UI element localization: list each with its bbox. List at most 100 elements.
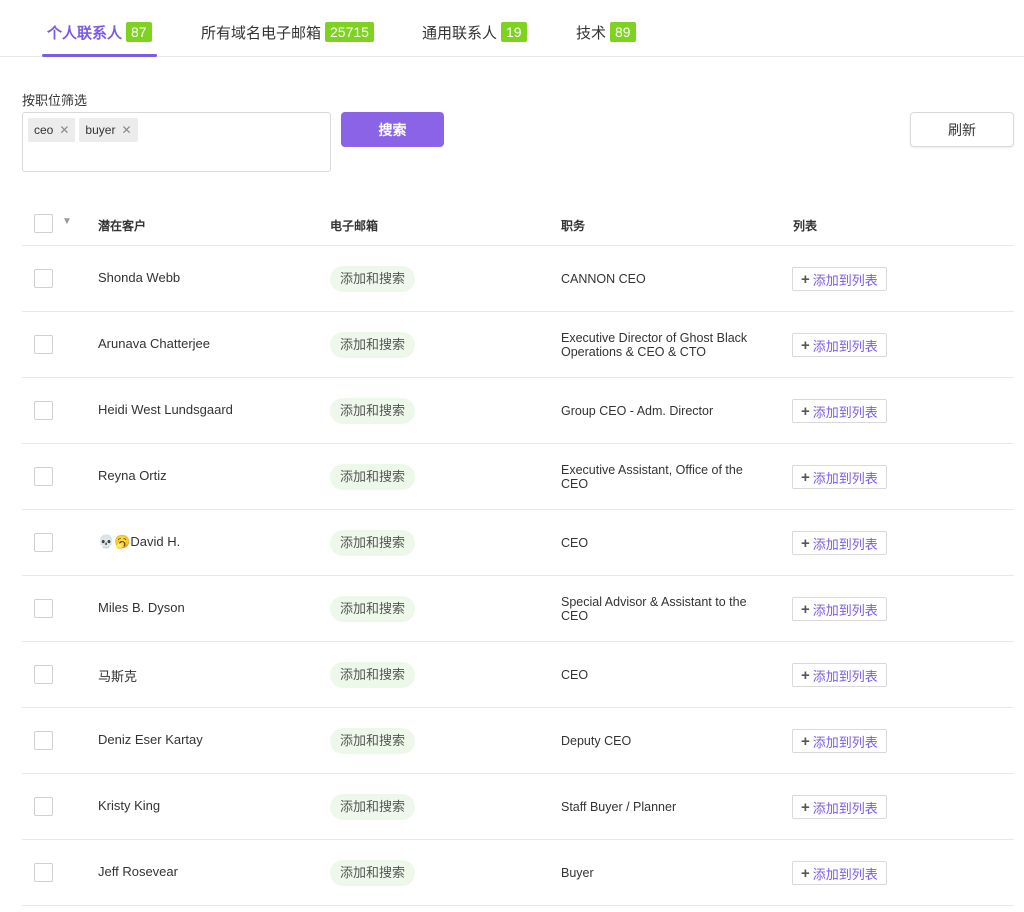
job-title: Buyer <box>561 865 594 880</box>
row-checkbox[interactable] <box>34 863 53 882</box>
prospect-name: Arunava Chatterjee <box>98 336 211 351</box>
row-checkbox[interactable] <box>34 335 53 354</box>
add-to-list-button[interactable]: + 添加到列表 <box>792 531 887 555</box>
close-icon[interactable]: ✕ <box>59 118 69 142</box>
filter-tag: ceo ✕ <box>28 118 76 142</box>
table-row: Reyna Ortiz 添加和搜索 Executive Assistant, Off… <box>22 444 1014 510</box>
count-badge: 89 <box>610 22 636 42</box>
add-to-list-label: 添加到列表 <box>812 800 878 816</box>
select-all-checkbox[interactable] <box>34 214 53 233</box>
row-checkbox[interactable] <box>34 269 53 288</box>
row-checkbox[interactable] <box>34 467 53 486</box>
tab-personal-contacts[interactable]: 个人联系人 87 <box>47 20 152 44</box>
job-title: CANNON CEO <box>561 271 646 286</box>
add-to-list-button[interactable]: + 添加到列表 <box>792 729 887 753</box>
row-checkbox[interactable] <box>34 599 53 618</box>
add-to-list-label: 添加到列表 <box>812 272 878 288</box>
add-to-list-button[interactable]: + 添加到列表 <box>792 465 887 489</box>
add-to-list-button[interactable]: + 添加到列表 <box>792 333 887 357</box>
search-button[interactable]: 搜索 <box>341 112 444 147</box>
add-and-search-email-button[interactable]: 添加和搜索 <box>330 530 416 556</box>
tab-generic-contacts[interactable]: 通用联系人 19 <box>422 20 527 44</box>
table-row: Arunava Chatterjee 添加和搜索 Executive Directo… <box>22 312 1014 378</box>
row-checkbox[interactable] <box>34 731 53 750</box>
tab-technology[interactable]: 技术 89 <box>576 20 636 44</box>
job-title: CEO <box>561 535 589 550</box>
add-and-search-email-button[interactable]: 添加和搜索 <box>330 398 416 424</box>
add-and-search-email-button[interactable]: 添加和搜索 <box>330 596 416 622</box>
prospect-name: 马斯克 <box>98 669 138 684</box>
column-header-email: 电子邮箱 <box>330 219 379 233</box>
add-to-list-button[interactable]: + 添加到列表 <box>792 663 887 687</box>
table-row: Miles B. Dyson 添加和搜索 Special Advisor & Ass… <box>22 576 1014 642</box>
add-and-search-email-button[interactable]: 添加和搜索 <box>330 860 416 886</box>
count-badge: 87 <box>126 22 152 42</box>
prospect-name: Heidi West Lundsgaard <box>98 402 233 417</box>
add-and-search-email-button[interactable]: 添加和搜索 <box>330 464 416 490</box>
job-title: Executive Director of Ghost Black Operat… <box>561 330 748 359</box>
table-body: Shonda Webb 添加和搜索 CANNON CEO + 添加到列表 Arunava … <box>22 246 1014 906</box>
count-badge: 19 <box>501 22 527 42</box>
add-to-list-label: 添加到列表 <box>812 338 878 354</box>
add-and-search-email-button[interactable]: 添加和搜索 <box>330 332 416 358</box>
table-row: 马斯克 添加和搜索 CEO + 添加到列表 <box>22 642 1014 708</box>
row-checkbox[interactable] <box>34 401 53 420</box>
add-and-search-email-button[interactable]: 添加和搜索 <box>330 794 416 820</box>
job-title: Group CEO - Adm. Director <box>561 403 714 418</box>
add-to-list-button[interactable]: + 添加到列表 <box>792 795 887 819</box>
prospect-name: Miles B. Dyson <box>98 600 185 615</box>
job-title: CEO <box>561 667 589 682</box>
prospect-name: Kristy King <box>98 798 161 813</box>
job-title-filter-input[interactable]: ceo ✕ buyer ✕ <box>22 112 331 172</box>
table-row: 💀🥱David H. 添加和搜索 CEO + 添加到列表 <box>22 510 1014 576</box>
plus-icon: + <box>801 864 810 882</box>
job-title: Special Advisor & Assistant to the CEO <box>561 594 747 623</box>
job-title: Executive Assistant, Office of the CEO <box>561 462 743 491</box>
plus-icon: + <box>801 732 810 750</box>
add-and-search-email-button[interactable]: 添加和搜索 <box>330 266 416 292</box>
add-to-list-label: 添加到列表 <box>812 668 878 684</box>
add-to-list-label: 添加到列表 <box>812 734 878 750</box>
column-header-prospect: 潜在客户 <box>98 219 147 233</box>
add-and-search-email-button[interactable]: 添加和搜索 <box>330 662 416 688</box>
row-checkbox[interactable] <box>34 665 53 684</box>
row-checkbox[interactable] <box>34 533 53 552</box>
plus-icon: + <box>801 666 810 684</box>
tab-label: 通用联系人 <box>422 24 498 42</box>
add-to-list-label: 添加到列表 <box>812 866 878 882</box>
tab-all-domain-emails[interactable]: 所有域名电子邮箱 25715 <box>201 20 374 44</box>
add-to-list-button[interactable]: + 添加到列表 <box>792 399 887 423</box>
filter-tag: buyer ✕ <box>79 118 138 142</box>
prospect-name: Jeff Rosevear <box>98 864 178 879</box>
table-row: Deniz Eser Kartay 添加和搜索 Deputy CEO + 添加到列表 <box>22 708 1014 774</box>
tab-label: 所有域名电子邮箱 <box>201 24 322 42</box>
prospects-table: ▼ 潜在客户 电子邮箱 职务 列表 Shonda Webb 添加和搜索 CANNON… <box>22 200 1014 906</box>
table-row: Shonda Webb 添加和搜索 CANNON CEO + 添加到列表 <box>22 246 1014 312</box>
add-to-list-label: 添加到列表 <box>812 470 878 486</box>
column-header-title: 职务 <box>561 219 586 233</box>
tag-label: ceo <box>34 123 54 137</box>
tab-bar: 个人联系人 87 所有域名电子邮箱 25715 通用联系人 19 技术 89 <box>0 0 1024 57</box>
prospect-name: Reyna Ortiz <box>98 468 167 483</box>
prospect-name: Shonda Webb <box>98 270 181 285</box>
refresh-button[interactable]: 刷新 <box>910 112 1014 147</box>
add-to-list-button[interactable]: + 添加到列表 <box>792 267 887 291</box>
active-tab-indicator <box>42 54 157 57</box>
tab-label: 技术 <box>576 24 607 42</box>
tab-label: 个人联系人 <box>47 24 123 42</box>
add-to-list-button[interactable]: + 添加到列表 <box>792 597 887 621</box>
close-icon[interactable]: ✕ <box>121 118 131 142</box>
tag-label: buyer <box>85 123 116 137</box>
job-title: Deputy CEO <box>561 733 632 748</box>
row-checkbox[interactable] <box>34 797 53 816</box>
add-and-search-email-button[interactable]: 添加和搜索 <box>330 728 416 754</box>
add-to-list-button[interactable]: + 添加到列表 <box>792 861 887 885</box>
add-to-list-label: 添加到列表 <box>812 536 878 552</box>
plus-icon: + <box>801 534 810 552</box>
prospect-name: Deniz Eser Kartay <box>98 732 203 747</box>
plus-icon: + <box>801 600 810 618</box>
plus-icon: + <box>801 798 810 816</box>
chevron-down-icon[interactable]: ▼ <box>62 216 72 227</box>
filter-label: 按职位筛选 <box>22 93 88 108</box>
table-row: Kristy King 添加和搜索 Staff Buyer / Planner + 添加… <box>22 774 1014 840</box>
